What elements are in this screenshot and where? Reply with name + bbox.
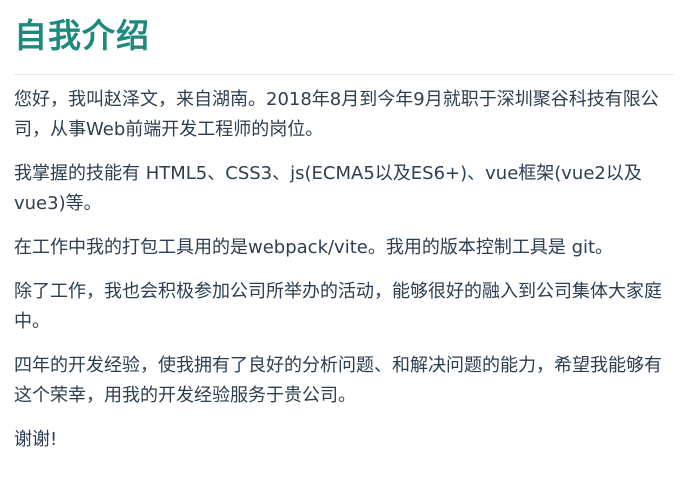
paragraph-thanks: 谢谢! (14, 429, 58, 450)
paragraph-experience: 四年的开发经验，使我拥有了良好的分析问题、和解决问题的能力，希望我能够有这个荣幸… (14, 355, 662, 406)
paragraph-intro: 您好，我叫赵泽文，来自湖南。2018年8月到今年9月就职于深圳聚谷科技有限公司，… (14, 89, 659, 140)
page-title: 自我介绍 (14, 16, 150, 55)
document-body: 您好，我叫赵泽文，来自湖南。2018年8月到今年9月就职于深圳聚谷科技有限公司，… (14, 85, 674, 455)
paragraph-activities: 除了工作，我也会积极参加公司所举办的活动，能够很好的融入到公司集体大家庭中。 (14, 281, 662, 332)
title-divider (14, 74, 674, 75)
paragraph-tools: 在工作中我的打包工具用的是webpack/vite。我用的版本控制工具是 git… (14, 237, 614, 258)
paragraph-skills: 我掌握的技能有 HTML5、CSS3、js(ECMA5以及ES6+)、vue框架… (14, 163, 642, 214)
document-page: 自我介绍 您好，我叫赵泽文，来自湖南。2018年8月到今年9月就职于深圳聚谷科技… (0, 0, 692, 497)
